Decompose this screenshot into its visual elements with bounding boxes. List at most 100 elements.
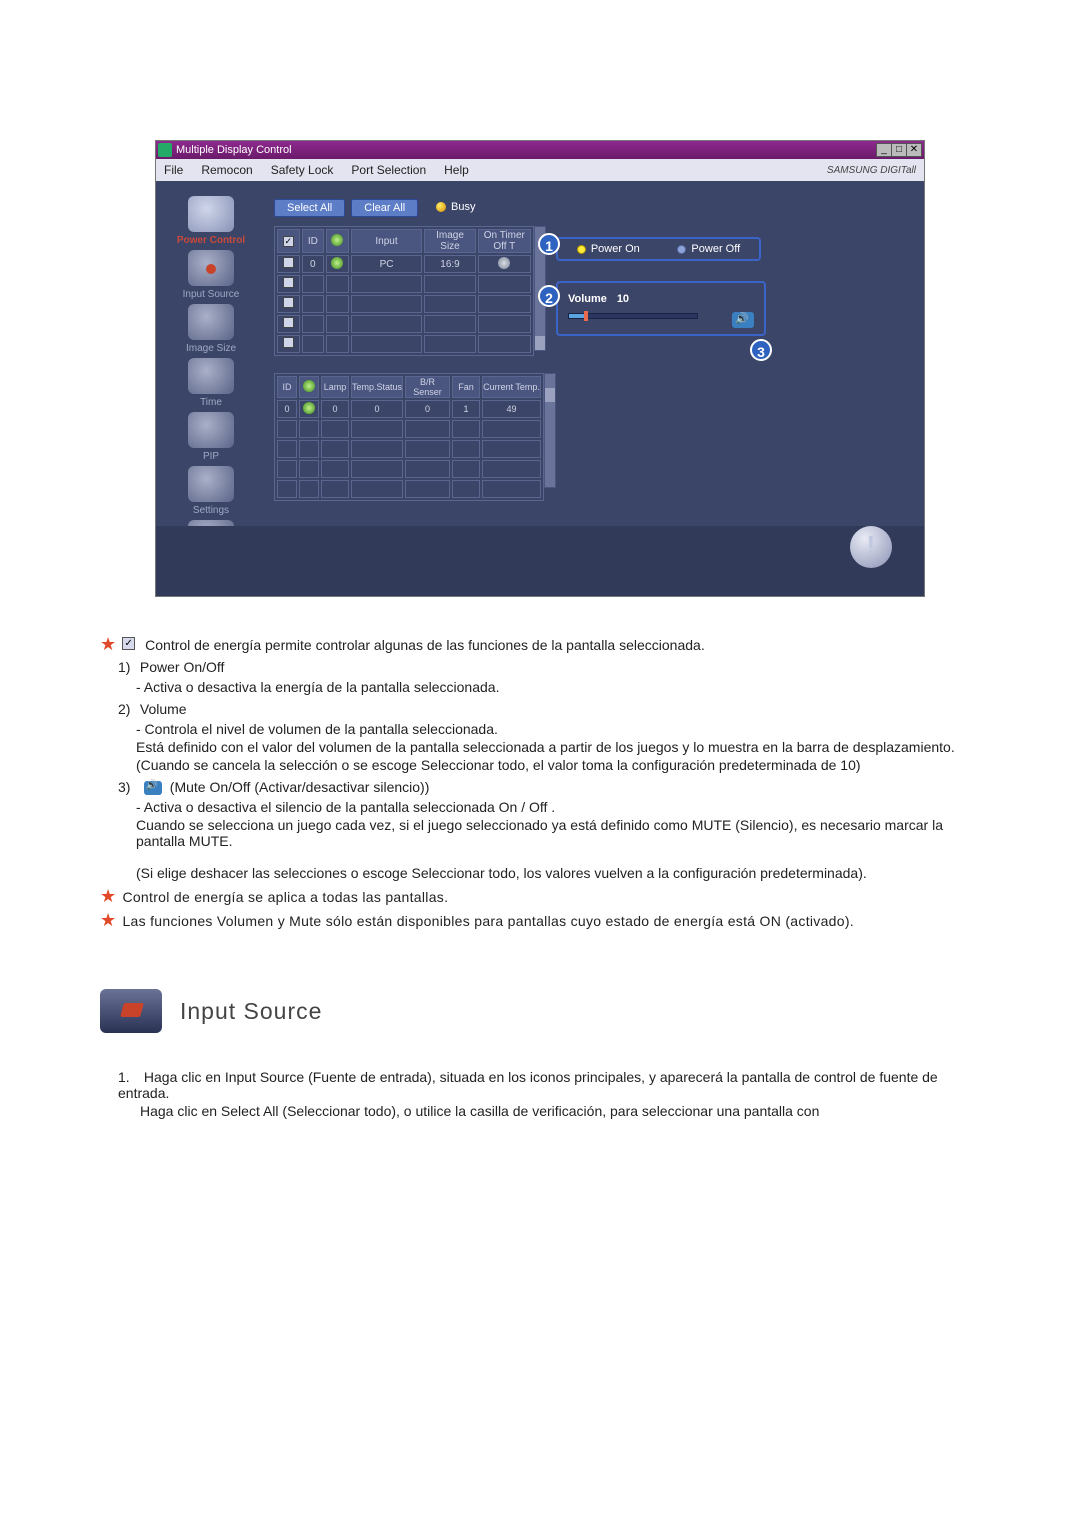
timer-off-icon (498, 257, 510, 269)
bold-note-2: ★ Las funciones Volumen y Mute sólo está… (100, 913, 980, 929)
section2-item1b: Haga clic en Select All (Seleccionar tod… (140, 1103, 819, 1119)
status-table: ID Lamp Temp.Status B/R Senser Fan Curre… (274, 373, 544, 501)
table-row[interactable]: 0 PC 16:9 (277, 255, 531, 273)
menu-help[interactable]: Help (444, 163, 469, 177)
table-row[interactable] (277, 315, 531, 333)
table2-scrollbar[interactable] (544, 373, 556, 488)
item2-b2: Está definido con el valor del volumen d… (136, 739, 980, 755)
sidebar-item-label: Image Size (171, 343, 251, 354)
menu-port-selection[interactable]: Port Selection (351, 163, 426, 177)
menu-remocon[interactable]: Remocon (201, 163, 252, 177)
radio-on-icon (577, 245, 586, 254)
status-header-icon (331, 234, 343, 246)
header-checkbox[interactable] (283, 236, 294, 247)
table-row[interactable] (277, 420, 541, 438)
sidebar-item-image-size[interactable]: Image Size (171, 304, 251, 354)
item2-title: Volume (140, 701, 187, 717)
menu-file[interactable]: File (164, 163, 183, 177)
pip-icon (188, 412, 234, 448)
busy-label: Busy (451, 201, 475, 213)
item1-title: Power On/Off (140, 659, 225, 675)
sidebar-item-pip[interactable]: PIP (171, 412, 251, 462)
time-icon (188, 358, 234, 394)
sidebar-item-power-control[interactable]: Power Control (171, 196, 251, 246)
callout-3: 3 (750, 339, 772, 361)
volume-slider[interactable] (568, 313, 698, 319)
cell-id: 0 (302, 255, 325, 273)
menu-safety-lock[interactable]: Safety Lock (271, 163, 334, 177)
input-source-icon (188, 250, 234, 286)
cell-current-temp: 49 (482, 400, 541, 418)
row-checkbox[interactable] (283, 337, 294, 348)
slider-knob[interactable] (584, 311, 588, 321)
table-row[interactable] (277, 335, 531, 353)
callout-2: 2 (538, 285, 560, 307)
volume-value: 10 (617, 293, 629, 305)
cell-temp-status: 0 (351, 400, 403, 418)
mute-inline-icon (144, 781, 162, 795)
item1-body: - Activa o desactiva la energía de la pa… (136, 679, 980, 695)
display-table: ID Input Image Size On Timer Off T 0 PC … (274, 226, 534, 356)
clear-all-button[interactable]: Clear All (351, 199, 418, 217)
power-off-label: Power Off (691, 243, 740, 255)
row-checkbox[interactable] (283, 257, 294, 268)
table-row[interactable] (277, 460, 541, 478)
col-on-timer: On Timer Off T (478, 229, 531, 253)
sidebar-item-time[interactable]: Time (171, 358, 251, 408)
volume-panel: Volume 10 (556, 281, 766, 336)
note1-text: Control de energía se aplica a todas las… (122, 889, 448, 905)
mute-button[interactable] (732, 312, 754, 328)
status-on-icon (303, 402, 315, 414)
cell-id: 0 (277, 400, 297, 418)
intro-note: ★ Control de energía permite controlar a… (100, 637, 980, 653)
cell-image-size: 16:9 (424, 255, 475, 273)
status-on-icon (331, 257, 343, 269)
table-row[interactable] (277, 295, 531, 313)
close-button[interactable]: ✕ (906, 143, 922, 157)
col-image-size: Image Size (424, 229, 475, 253)
sidebar: Power Control Input Source Image Size Ti… (166, 196, 256, 570)
table-row[interactable] (277, 480, 541, 498)
info-icon[interactable] (850, 526, 892, 568)
col-current-temp: Current Temp. (482, 376, 541, 398)
section2-item-1: 1. Haga clic en Input Source (Fuente de … (118, 1069, 980, 1119)
select-all-button[interactable]: Select All (274, 199, 345, 217)
callout-1: 1 (538, 233, 560, 255)
input-source-heading: Input Source (100, 989, 980, 1033)
table-row[interactable]: 0 0 0 0 1 49 (277, 400, 541, 418)
list-item-2: 2) Volume - Controla el nivel de volumen… (118, 701, 980, 773)
table-row[interactable] (277, 275, 531, 293)
list-item-3: 3) (Mute On/Off (Activar/desactivar sile… (118, 779, 980, 881)
scroll-thumb[interactable] (535, 336, 545, 350)
table-row[interactable] (277, 440, 541, 458)
sidebar-item-label: Input Source (171, 289, 251, 300)
power-on-option[interactable]: Power On (577, 243, 640, 255)
sidebar-item-label: Settings (171, 505, 251, 516)
bold-note-1: ★ Control de energía se aplica a todas l… (100, 889, 980, 905)
busy-indicator: Busy (436, 201, 475, 213)
intro-text: Control de energía permite controlar alg… (145, 637, 705, 653)
col-fan: Fan (452, 376, 480, 398)
checkbox-icon (122, 637, 135, 650)
row-checkbox[interactable] (283, 297, 294, 308)
power-off-option[interactable]: Power Off (677, 243, 740, 255)
window-titlebar: Multiple Display Control _ □ ✕ (156, 141, 924, 159)
num-3: 3) (118, 779, 136, 795)
sidebar-item-input-source[interactable]: Input Source (171, 250, 251, 300)
section2-heading-text: Input Source (180, 998, 322, 1025)
num-1: 1) (118, 659, 136, 675)
input-source-large-icon (100, 989, 162, 1033)
sidebar-item-settings[interactable]: Settings (171, 466, 251, 516)
radio-off-icon (677, 245, 686, 254)
scroll-thumb[interactable] (545, 388, 555, 402)
power-on-label: Power On (591, 243, 640, 255)
star-icon: ★ (100, 913, 116, 927)
window-title: Multiple Display Control (176, 144, 877, 156)
maximize-button[interactable]: □ (891, 143, 907, 157)
minimize-button[interactable]: _ (876, 143, 892, 157)
item3-after-icon: (Mute On/Off (Activar/desactivar silenci… (170, 779, 430, 795)
row-checkbox[interactable] (283, 317, 294, 328)
volume-label: Volume (568, 293, 607, 305)
row-checkbox[interactable] (283, 277, 294, 288)
col-check (277, 229, 300, 253)
